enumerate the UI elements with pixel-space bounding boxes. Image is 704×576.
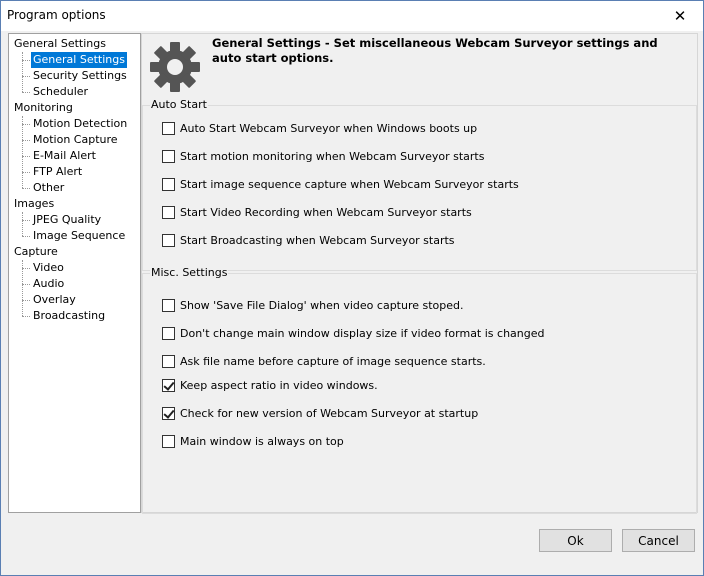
page-header: General Settings - Set miscellaneous Web… [212, 36, 658, 65]
misc-option[interactable]: Keep aspect ratio in video windows. [162, 377, 378, 393]
checkbox-label: Don't change main window display size if… [180, 326, 545, 340]
checkbox[interactable] [162, 177, 175, 191]
auto-start-option[interactable]: Start motion monitoring when Webcam Surv… [162, 148, 484, 164]
checkbox-label: Check for new version of Webcam Surveyor… [180, 406, 479, 420]
checkbox[interactable] [162, 434, 175, 448]
checkbox-label: Show 'Save File Dialog' when video captu… [180, 298, 464, 312]
checkbox[interactable] [162, 326, 175, 340]
checkbox-label: Auto Start Webcam Surveyor when Windows … [180, 121, 478, 135]
program-options-window: Program options ✕ General Settings Genera… [0, 0, 704, 576]
close-button[interactable]: ✕ [657, 1, 703, 31]
checkbox[interactable] [162, 354, 175, 368]
tree-item[interactable]: E-Mail Alert [31, 148, 98, 164]
checkbox[interactable] [162, 121, 175, 135]
window-title: Program options [7, 8, 106, 22]
tree-item[interactable]: JPEG Quality [31, 212, 103, 228]
auto-start-option[interactable]: Start Broadcasting when Webcam Surveyor … [162, 232, 455, 248]
auto-start-option[interactable]: Start Video Recording when Webcam Survey… [162, 204, 472, 220]
tree-item[interactable]: Scheduler [31, 84, 90, 100]
auto-start-group: Auto Start Auto Start Webcam Surveyor wh… [142, 98, 697, 271]
misc-option[interactable]: Check for new version of Webcam Surveyor… [162, 405, 478, 421]
checked-checkbox[interactable] [162, 406, 175, 420]
checkbox-label: Start motion monitoring when Webcam Surv… [180, 149, 485, 163]
tree-item[interactable]: Video [31, 260, 66, 276]
tree-category[interactable]: Monitoring [12, 100, 75, 116]
auto-start-option[interactable]: Start image sequence capture when Webcam… [162, 176, 519, 192]
misc-option[interactable]: Show 'Save File Dialog' when video captu… [162, 297, 464, 313]
checkbox[interactable] [162, 298, 175, 312]
checkbox-label: Start image sequence capture when Webcam… [180, 177, 519, 191]
misc-option[interactable]: Ask file name before capture of image se… [162, 353, 486, 369]
tree-category[interactable]: Images [12, 196, 56, 212]
checkbox-label: Start Video Recording when Webcam Survey… [180, 205, 472, 219]
gear-icon [150, 42, 200, 92]
misc-option[interactable]: Main window is always on top [162, 433, 344, 449]
checkbox-label: Ask file name before capture of image se… [180, 354, 486, 368]
title-bar: Program options ✕ [1, 1, 703, 31]
tree-item[interactable]: Motion Capture [31, 132, 120, 148]
tree-category[interactable]: General Settings [12, 36, 108, 52]
settings-panel: General Settings - Set miscellaneous Web… [141, 33, 698, 514]
ok-button[interactable]: Ok [539, 529, 612, 552]
tree-item[interactable]: Other [31, 180, 66, 196]
misc-settings-group: Misc. Settings Show 'Save File Dialog' w… [142, 266, 697, 514]
tree-item[interactable]: FTP Alert [31, 164, 84, 180]
checkbox[interactable] [162, 149, 175, 163]
tree-item[interactable]: Motion Detection [31, 116, 129, 132]
cancel-button[interactable]: Cancel [622, 529, 695, 552]
checkbox-label: Start Broadcasting when Webcam Surveyor … [180, 233, 455, 247]
checkbox-label: Main window is always on top [180, 434, 344, 448]
tree-category[interactable]: Capture [12, 244, 60, 260]
tree-item[interactable]: General Settings [31, 52, 127, 68]
tree-item[interactable]: Broadcasting [31, 308, 107, 324]
settings-tree: General Settings General Settings Security… [8, 33, 141, 513]
tree-item[interactable]: Security Settings [31, 68, 129, 84]
checkbox[interactable] [162, 233, 175, 247]
checkbox[interactable] [162, 205, 175, 219]
tree-item[interactable]: Overlay [31, 292, 78, 308]
checkbox-label: Keep aspect ratio in video windows. [180, 378, 378, 392]
misc-option[interactable]: Don't change main window display size if… [162, 325, 545, 341]
tree-item[interactable]: Image Sequence [31, 228, 127, 244]
tree-item[interactable]: Audio [31, 276, 66, 292]
auto-start-option[interactable]: Auto Start Webcam Surveyor when Windows … [162, 120, 477, 136]
checked-checkbox[interactable] [162, 378, 175, 392]
